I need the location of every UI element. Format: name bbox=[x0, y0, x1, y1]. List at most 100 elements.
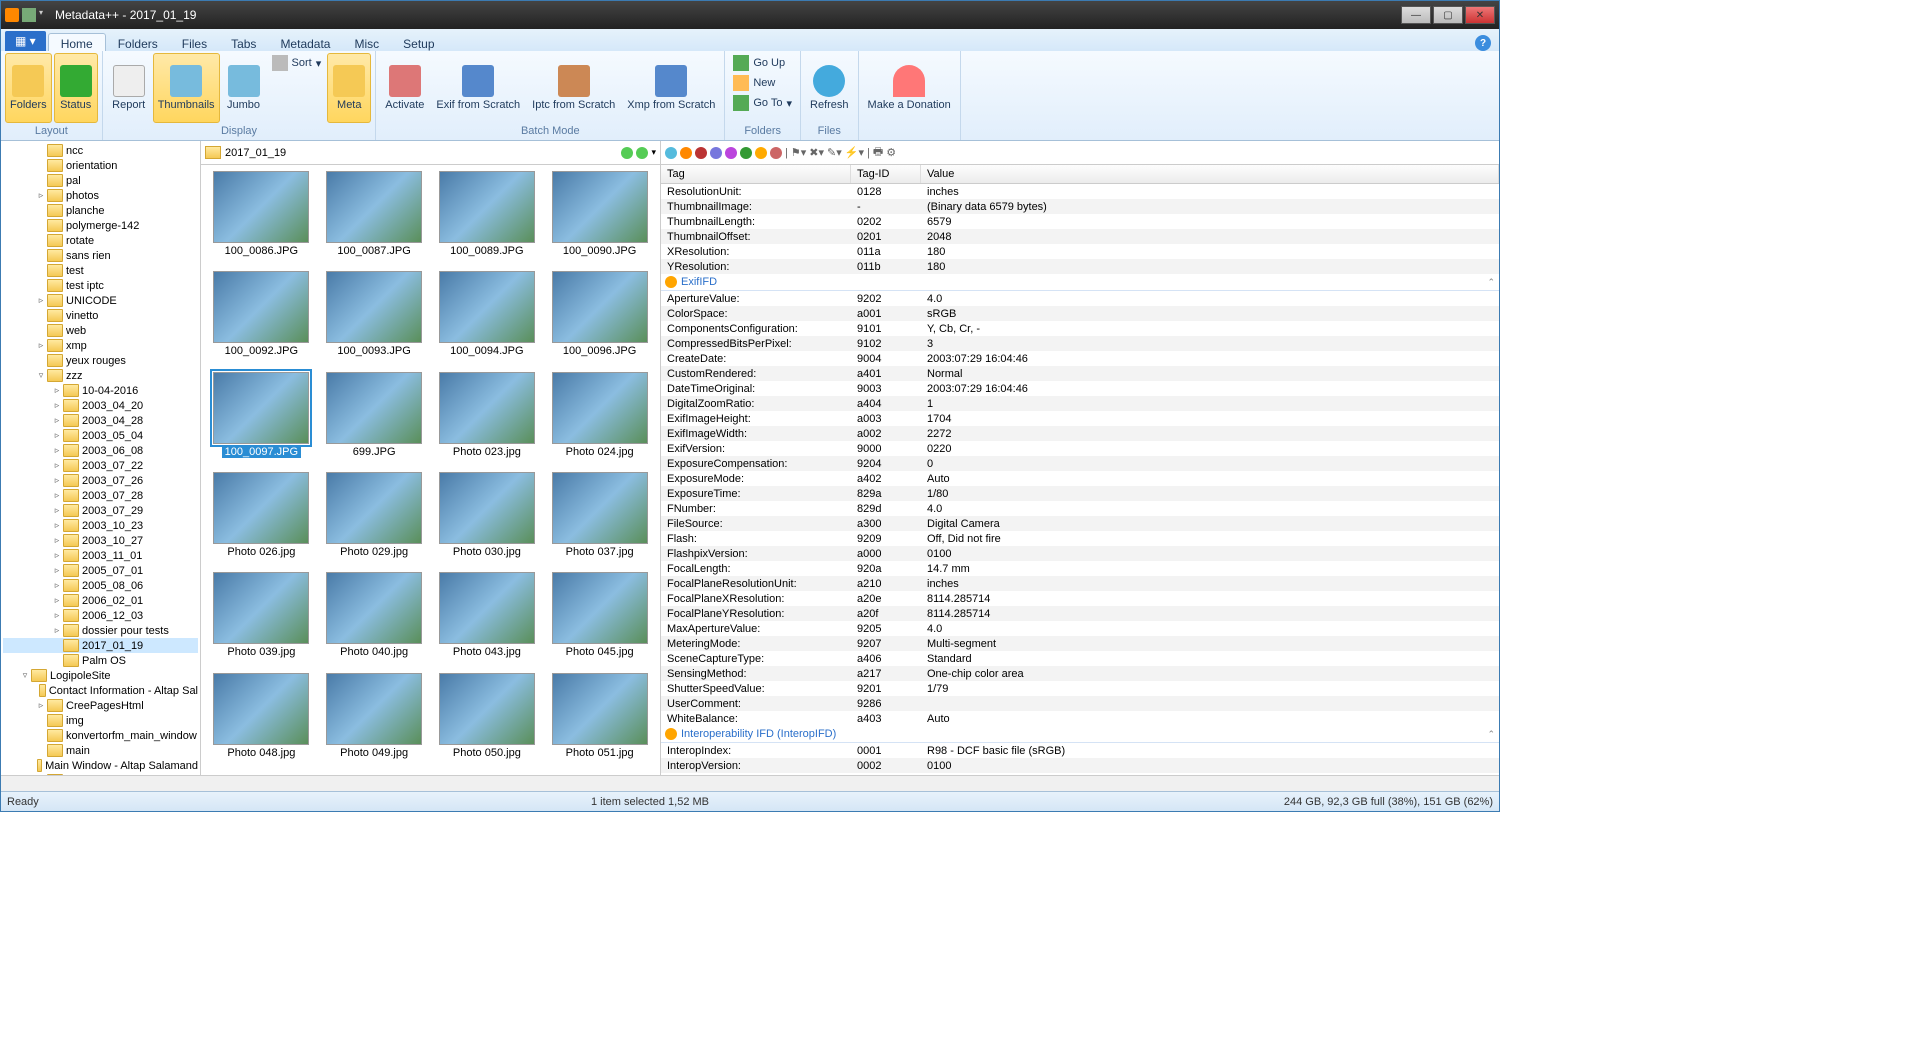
meta-row[interactable]: InteropIndex:0001R98 - DCF basic file (s… bbox=[661, 743, 1499, 758]
meta-row[interactable]: ColorSpace:a001sRGB bbox=[661, 306, 1499, 321]
folder-tree[interactable]: nccorientationpal▹photosplanchepolymerge… bbox=[1, 141, 201, 775]
nav-icon[interactable] bbox=[621, 147, 633, 159]
meta-row[interactable]: FocalPlaneYResolution:a20f8114.285714 bbox=[661, 606, 1499, 621]
tree-item[interactable]: main bbox=[3, 743, 198, 758]
meta-row[interactable]: FileSource:a300Digital Camera bbox=[661, 516, 1499, 531]
tree-item[interactable]: pal bbox=[3, 173, 198, 188]
meta-row[interactable]: SensingMethod:a217One-chip color area bbox=[661, 666, 1499, 681]
help-icon[interactable]: ? bbox=[1475, 35, 1491, 51]
tree-item[interactable]: web bbox=[3, 323, 198, 338]
filter-dot[interactable] bbox=[740, 147, 752, 159]
toolbar-btn[interactable]: | bbox=[785, 147, 788, 159]
tree-item[interactable]: rotate bbox=[3, 233, 198, 248]
tree-item[interactable]: 2017_01_19 bbox=[3, 638, 198, 653]
meta-button[interactable]: Meta bbox=[327, 53, 371, 123]
tree-item[interactable]: orientation bbox=[3, 158, 198, 173]
thumbnail[interactable]: 100_0089.JPG bbox=[433, 171, 542, 267]
goto-button[interactable]: Go To ▾ bbox=[729, 93, 796, 113]
thumbnail[interactable]: 100_0087.JPG bbox=[320, 171, 429, 267]
meta-row[interactable]: CreateDate:90042003:07:29 16:04:46 bbox=[661, 351, 1499, 366]
tree-item[interactable]: ▹2003_10_23 bbox=[3, 518, 198, 533]
new-button[interactable]: New bbox=[729, 73, 796, 93]
tree-item[interactable]: ▿LogipoleSite bbox=[3, 668, 198, 683]
thumbnail[interactable]: Photo 045.jpg bbox=[545, 572, 654, 668]
folders-button[interactable]: Folders bbox=[5, 53, 52, 123]
meta-row[interactable]: FocalPlaneResolutionUnit:a210inches bbox=[661, 576, 1499, 591]
tree-item[interactable]: test bbox=[3, 263, 198, 278]
thumbnail[interactable]: Photo 049.jpg bbox=[320, 673, 429, 769]
meta-row[interactable]: ComponentsConfiguration:9101Y, Cb, Cr, - bbox=[661, 321, 1499, 336]
metadata-table[interactable]: Tag Tag-ID Value ResolutionUnit:0128inch… bbox=[661, 165, 1499, 775]
tree-item[interactable]: Palm OS bbox=[3, 653, 198, 668]
tree-item[interactable]: ▹2003_07_28 bbox=[3, 488, 198, 503]
tree-item[interactable]: ▹2003_06_08 bbox=[3, 443, 198, 458]
thumbnail[interactable]: 100_0094.JPG bbox=[433, 271, 542, 367]
meta-row[interactable]: ExposureCompensation:92040 bbox=[661, 456, 1499, 471]
meta-row[interactable]: ThumbnailImage:-(Binary data 6579 bytes) bbox=[661, 199, 1499, 214]
meta-row[interactable]: DigitalZoomRatio:a4041 bbox=[661, 396, 1499, 411]
filter-dot[interactable] bbox=[725, 147, 737, 159]
toolbar-btn[interactable]: ⚡▾ bbox=[845, 146, 864, 159]
thumbnail[interactable]: 699.JPG bbox=[320, 372, 429, 468]
thumbnail[interactable]: 100_0097.JPG bbox=[207, 372, 316, 468]
meta-row[interactable]: MeteringMode:9207Multi-segment bbox=[661, 636, 1499, 651]
tree-item[interactable]: sans rien bbox=[3, 248, 198, 263]
meta-row[interactable]: FocalLength:920a14.7 mm bbox=[661, 561, 1499, 576]
tree-item[interactable]: ▹dossier pour tests bbox=[3, 623, 198, 638]
filter-dot[interactable] bbox=[695, 147, 707, 159]
meta-row[interactable]: CustomRendered:a401Normal bbox=[661, 366, 1499, 381]
meta-row[interactable]: ApertureValue:92024.0 bbox=[661, 291, 1499, 306]
activate-button[interactable]: Activate bbox=[380, 53, 429, 123]
iptc-scratch-button[interactable]: Iptc from Scratch bbox=[527, 53, 620, 123]
toolbar-btn[interactable]: ✎▾ bbox=[827, 146, 842, 159]
tree-item[interactable]: polymerge-142 bbox=[3, 218, 198, 233]
minimize-button[interactable]: — bbox=[1401, 6, 1431, 24]
tree-item[interactable]: ▿zzz bbox=[3, 368, 198, 383]
tree-item[interactable]: Main Window - Altap Salamand bbox=[3, 758, 198, 773]
donation-button[interactable]: Make a Donation bbox=[863, 53, 956, 123]
status-button[interactable]: Status bbox=[54, 53, 98, 123]
thumbnail-grid[interactable]: 100_0086.JPG100_0087.JPG100_0089.JPG100_… bbox=[201, 165, 660, 775]
meta-row[interactable]: XResolution:011a180 bbox=[661, 244, 1499, 259]
filter-dot[interactable] bbox=[680, 147, 692, 159]
filter-dot[interactable] bbox=[665, 147, 677, 159]
tree-item[interactable]: ▹xmp bbox=[3, 338, 198, 353]
tree-item[interactable]: ▹UNICODE bbox=[3, 293, 198, 308]
jumbo-button[interactable]: Jumbo bbox=[222, 53, 266, 123]
thumbnail[interactable]: Photo 024.jpg bbox=[545, 372, 654, 468]
tree-item[interactable]: ▹2006_12_03 bbox=[3, 608, 198, 623]
meta-row[interactable]: ThumbnailLength:02026579 bbox=[661, 214, 1499, 229]
thumbnail[interactable]: 100_0093.JPG bbox=[320, 271, 429, 367]
toolbar-btn[interactable]: ⚑▾ bbox=[791, 146, 806, 159]
thumbnail[interactable]: Photo 023.jpg bbox=[433, 372, 542, 468]
tree-item[interactable]: konvertorfm_main_window bbox=[3, 728, 198, 743]
meta-row[interactable]: WhiteBalance:a403Auto bbox=[661, 711, 1499, 726]
thumbnail[interactable]: 100_0090.JPG bbox=[545, 171, 654, 267]
tree-item[interactable]: ▹2003_10_27 bbox=[3, 533, 198, 548]
report-button[interactable]: Report bbox=[107, 53, 151, 123]
toolbar-btn[interactable]: ✖▾ bbox=[809, 146, 824, 159]
meta-row[interactable]: CompressedBitsPerPixel:91023 bbox=[661, 336, 1499, 351]
filter-dot[interactable] bbox=[710, 147, 722, 159]
meta-row[interactable]: MaxApertureValue:92054.0 bbox=[661, 621, 1499, 636]
tree-item[interactable]: yeux rouges bbox=[3, 353, 198, 368]
tree-item[interactable]: ▹2003_07_26 bbox=[3, 473, 198, 488]
thumbnail[interactable]: 100_0096.JPG bbox=[545, 271, 654, 367]
meta-row[interactable]: FocalPlaneXResolution:a20e8114.285714 bbox=[661, 591, 1499, 606]
tree-scrollbar[interactable] bbox=[1, 775, 1499, 791]
meta-row[interactable]: ExposureMode:a402Auto bbox=[661, 471, 1499, 486]
thumbnail[interactable]: Photo 039.jpg bbox=[207, 572, 316, 668]
filter-dot[interactable] bbox=[755, 147, 767, 159]
meta-row[interactable]: UserComment:9286 bbox=[661, 696, 1499, 711]
meta-row[interactable]: ExifImageWidth:a0022272 bbox=[661, 426, 1499, 441]
thumbnail[interactable]: Photo 043.jpg bbox=[433, 572, 542, 668]
thumbnail[interactable]: Photo 030.jpg bbox=[433, 472, 542, 568]
goup-button[interactable]: Go Up bbox=[729, 53, 796, 73]
tree-item[interactable]: Contact Information - Altap Sal bbox=[3, 683, 198, 698]
meta-row[interactable]: Flash:9209Off, Did not fire bbox=[661, 531, 1499, 546]
thumbnail[interactable]: Photo 029.jpg bbox=[320, 472, 429, 568]
refresh-button[interactable]: Refresh bbox=[805, 53, 854, 123]
tree-item[interactable]: test iptc bbox=[3, 278, 198, 293]
nav-dropdown-icon[interactable]: ▾ bbox=[651, 147, 656, 159]
thumbnail[interactable]: Photo 026.jpg bbox=[207, 472, 316, 568]
